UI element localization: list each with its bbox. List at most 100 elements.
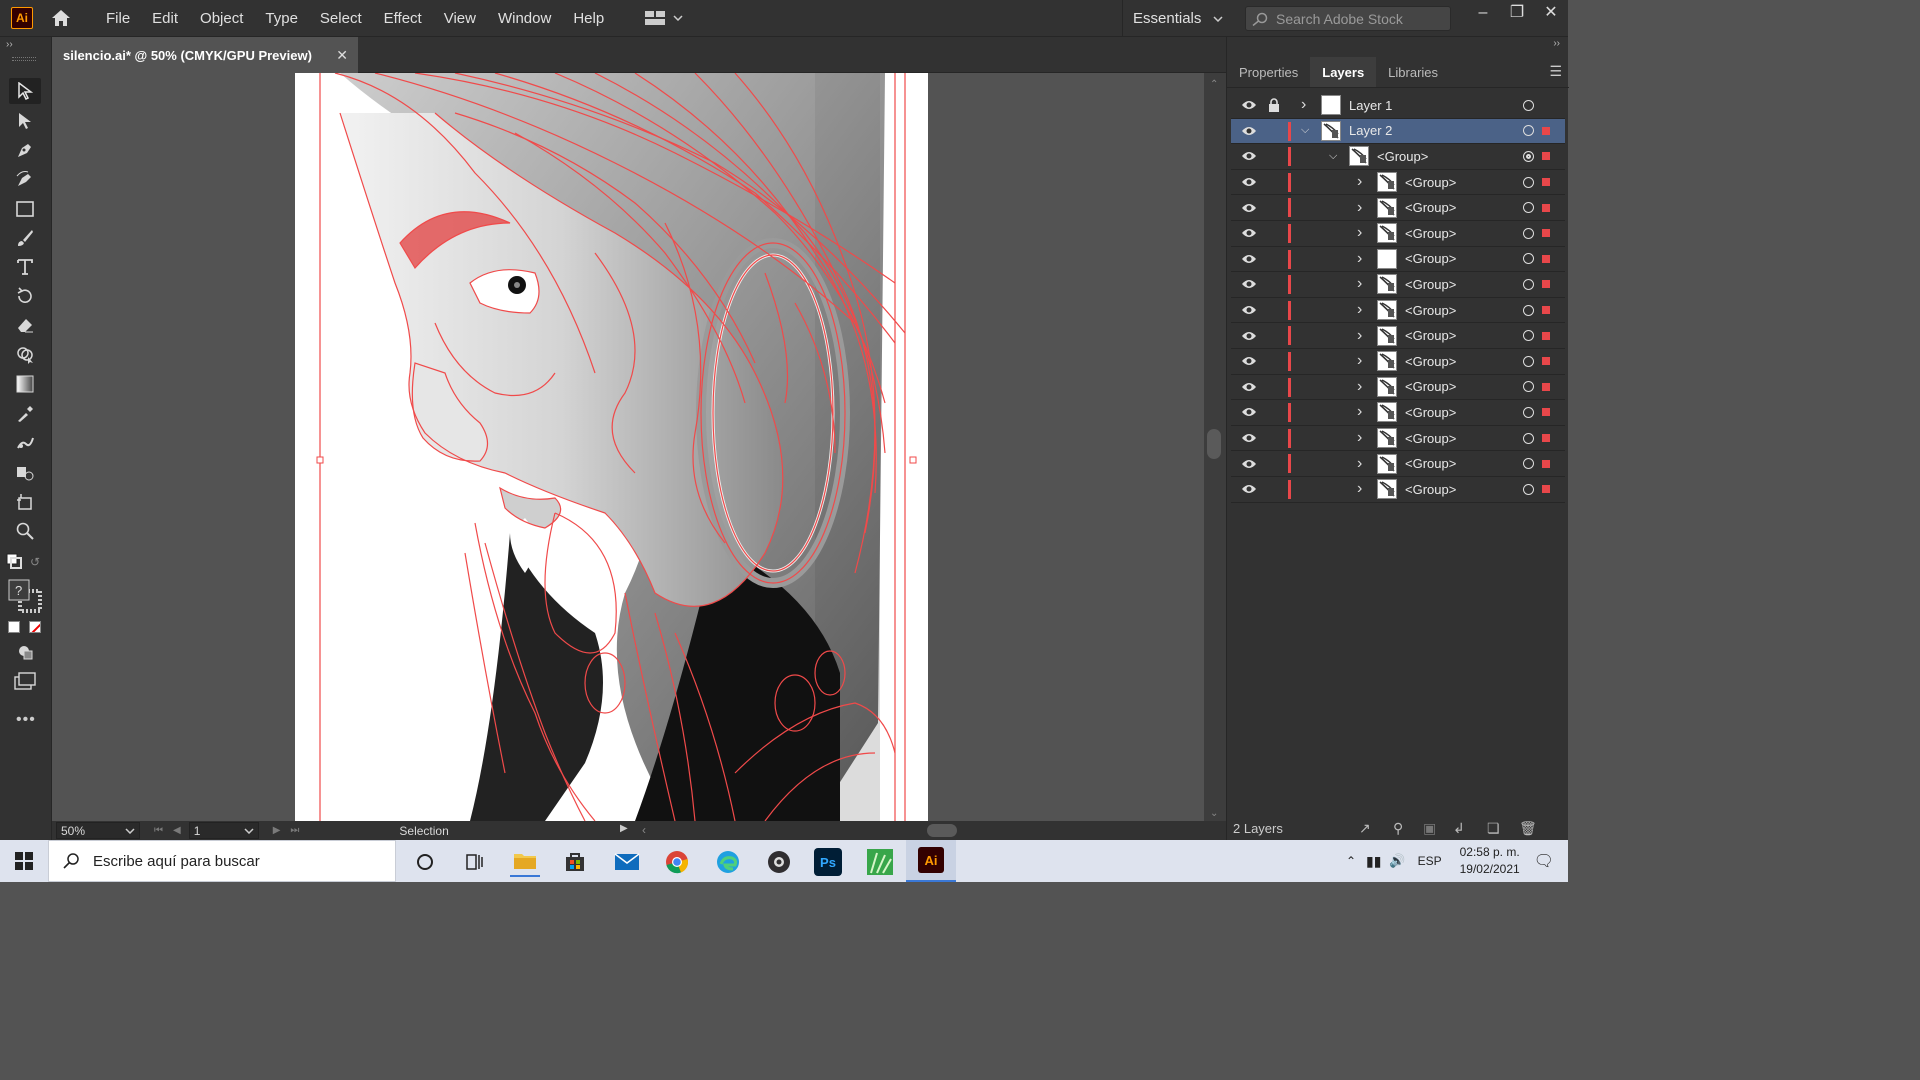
rectangle-tool[interactable] [9, 196, 41, 222]
next-artboard-icon[interactable]: ▶ [273, 825, 281, 836]
artboard-tool[interactable] [9, 489, 41, 515]
layer-row[interactable]: › <Group> [1231, 349, 1565, 375]
chevron-right-icon[interactable]: › [1301, 96, 1306, 114]
layer-row[interactable]: › <Group> [1231, 195, 1565, 221]
target-circle-icon[interactable] [1523, 381, 1534, 393]
selection-indicator[interactable] [1542, 203, 1550, 212]
draw-mode-tool[interactable] [9, 639, 41, 665]
layer-row[interactable]: › Layer 1 [1231, 93, 1565, 119]
layer-row[interactable]: ⌵ Layer 2 [1231, 118, 1565, 145]
chevron-right-icon[interactable]: › [1357, 429, 1362, 447]
target-circle-icon[interactable] [1523, 125, 1534, 137]
chevron-right-icon[interactable]: › [1357, 199, 1362, 217]
edge-icon[interactable] [713, 847, 743, 877]
illustrator-taskbar-button[interactable]: Ai [906, 840, 956, 882]
zoom-level-select[interactable]: 50% [56, 822, 140, 839]
visibility-eye-icon[interactable] [1241, 381, 1257, 393]
layer-row[interactable]: › <Group> [1231, 272, 1565, 298]
menu-edit[interactable]: Edit [141, 10, 189, 27]
eyedropper-tool[interactable] [9, 401, 41, 427]
menu-type[interactable]: Type [254, 10, 309, 27]
menu-object[interactable]: Object [189, 10, 254, 27]
chevron-right-icon[interactable]: › [1357, 352, 1362, 370]
last-artboard-icon[interactable]: ⏭ [290, 825, 299, 836]
target-circle-icon[interactable] [1523, 406, 1534, 418]
lock-toggle[interactable] [1268, 149, 1280, 163]
screen-mode-tool[interactable] [9, 668, 41, 694]
minimize-button[interactable]: – [1466, 0, 1500, 28]
volume-icon[interactable]: 🔊 [1389, 853, 1405, 869]
stock-search-input[interactable]: Search Adobe Stock [1245, 6, 1451, 31]
selection-indicator[interactable] [1542, 280, 1550, 289]
shape-builder-tool[interactable] [9, 342, 41, 368]
workspace-switcher[interactable]: Essentials [1122, 0, 1223, 37]
lock-toggle[interactable] [1268, 277, 1280, 291]
obs-icon[interactable] [764, 847, 794, 877]
selection-indicator[interactable] [1542, 229, 1550, 238]
target-circle-icon[interactable] [1523, 176, 1534, 188]
scroll-down-icon[interactable]: ⌄ [1210, 808, 1218, 819]
layer-name[interactable]: <Group> [1405, 482, 1456, 497]
locate-object-icon[interactable]: ⚲ [1393, 820, 1403, 837]
selection-indicator[interactable] [1542, 178, 1550, 187]
selection-tool[interactable] [9, 78, 41, 104]
lock-toggle[interactable] [1268, 329, 1280, 343]
taskbar-search-input[interactable]: Escribe aquí para buscar [48, 840, 396, 882]
menu-file[interactable]: File [95, 10, 141, 27]
more-tools-icon[interactable]: ••• [16, 711, 36, 729]
layer-name[interactable]: <Group> [1405, 354, 1456, 369]
fill-stroke-swatch[interactable]: ? [8, 579, 42, 613]
lock-toggle[interactable] [1268, 457, 1280, 471]
lock-toggle[interactable] [1268, 431, 1280, 445]
lock-toggle[interactable] [1268, 303, 1280, 317]
visibility-eye-icon[interactable] [1241, 278, 1257, 290]
layer-row[interactable]: › <Group> [1231, 298, 1565, 324]
chevron-right-icon[interactable]: › [1357, 301, 1362, 319]
selection-indicator[interactable] [1542, 408, 1550, 417]
clipping-mask-icon[interactable]: ▣ [1423, 820, 1436, 837]
layer-row[interactable]: › <Group> [1231, 375, 1565, 401]
visibility-eye-icon[interactable] [1241, 125, 1257, 137]
eraser-tool[interactable] [9, 312, 41, 338]
input-language[interactable]: ESP [1418, 854, 1442, 868]
close-tab-icon[interactable]: ✕ [336, 47, 348, 64]
rotate-tool[interactable] [9, 283, 41, 309]
file-explorer-icon[interactable] [510, 847, 540, 877]
layer-row[interactable]: › <Group> [1231, 400, 1565, 426]
selection-indicator[interactable] [1542, 382, 1550, 391]
delete-layer-icon[interactable]: 🗑 [1519, 820, 1537, 837]
chevron-down-icon[interactable]: ⌵ [1301, 124, 1309, 137]
clock[interactable]: 02:58 p. m. 19/02/2021 [1460, 844, 1520, 878]
canvas-vertical-scrollbar[interactable]: ⌃ ⌄ [1204, 73, 1226, 821]
target-circle-icon[interactable] [1523, 150, 1534, 162]
chevron-right-icon[interactable]: › [1357, 224, 1362, 242]
target-circle-icon[interactable] [1523, 483, 1534, 495]
color-mode-icon[interactable] [8, 621, 20, 633]
lock-toggle[interactable] [1268, 482, 1280, 496]
first-artboard-icon[interactable]: ⏮ [154, 825, 163, 836]
canvas-area[interactable] [52, 73, 1204, 821]
task-view-icon[interactable] [460, 847, 490, 877]
visibility-eye-icon[interactable] [1241, 253, 1257, 265]
lock-toggle[interactable] [1268, 124, 1280, 138]
visibility-eye-icon[interactable] [1241, 202, 1257, 214]
lock-icon[interactable] [1268, 98, 1280, 113]
direct-selection-tool[interactable] [9, 108, 41, 134]
layer-name[interactable]: <Group> [1405, 303, 1456, 318]
start-button[interactable] [0, 840, 48, 882]
selection-indicator[interactable] [1542, 459, 1550, 468]
chevron-right-icon[interactable]: › [1357, 327, 1362, 345]
collapse-panel-icon[interactable]: ›› [1553, 38, 1560, 49]
show-hidden-icons-icon[interactable]: ⌃ [1346, 854, 1356, 868]
visibility-eye-icon[interactable] [1241, 458, 1257, 470]
photoshop-icon[interactable]: Ps [814, 848, 842, 876]
chevron-right-icon[interactable]: › [1357, 173, 1362, 191]
lock-toggle[interactable] [1268, 354, 1280, 368]
prev-artboard-icon[interactable]: ◀ [173, 825, 181, 836]
lock-toggle[interactable] [1268, 405, 1280, 419]
paintbrush-tool[interactable] [9, 225, 41, 251]
selection-indicator[interactable] [1542, 306, 1550, 315]
visibility-eye-icon[interactable] [1241, 227, 1257, 239]
target-circle-icon[interactable] [1523, 202, 1534, 214]
home-icon[interactable] [49, 6, 73, 30]
